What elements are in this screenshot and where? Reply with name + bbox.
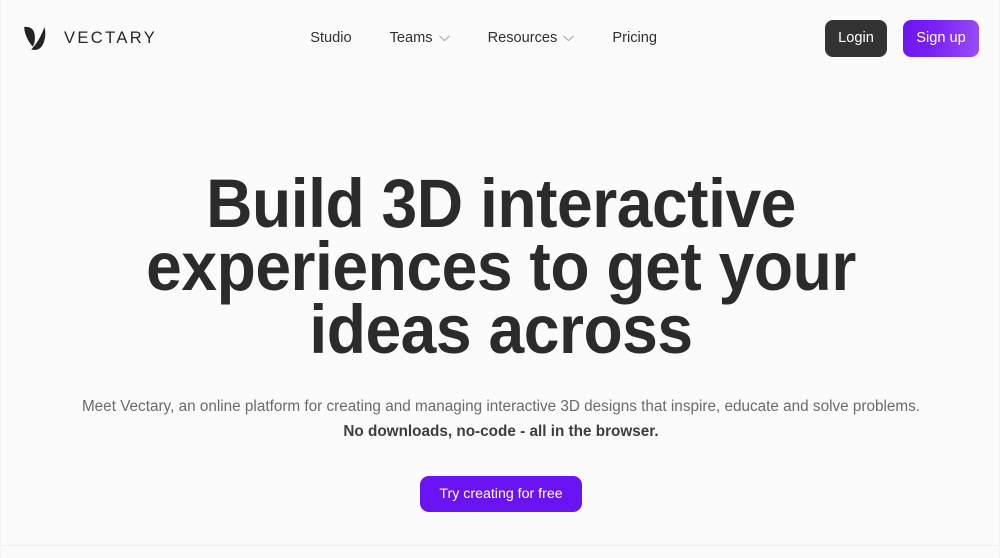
nav-item-label: Teams (389, 30, 433, 46)
brand-wordmark: VECTARY (64, 28, 158, 47)
signup-button[interactable]: Sign up (903, 19, 979, 57)
hero-subtitle-text: Meet Vectary, an online platform for cre… (81, 398, 921, 415)
hero-headline: Build 3D interactive experiences to get … (36, 76, 966, 368)
headline-line: ideas across (309, 291, 693, 368)
main-navigation: Studio Teams Resources Pricing (310, 30, 657, 46)
hero-cta-wrapper: Try creating for free (1, 444, 999, 512)
chevron-down-icon (438, 35, 450, 41)
hero-subtitle-emphasis: No downloads, no-code - all in the brows… (343, 423, 659, 440)
nav-item-resources[interactable]: Resources (488, 30, 575, 46)
section-divider (1, 545, 999, 546)
nav-item-pricing[interactable]: Pricing (612, 30, 657, 46)
vectary-v-mark-icon (24, 26, 46, 50)
site-header: VECTARY Studio Teams Resources Pricing L… (1, 0, 999, 76)
login-button[interactable]: Login (825, 19, 887, 57)
nav-item-label: Resources (487, 30, 558, 46)
landing-page: VECTARY Studio Teams Resources Pricing L… (0, 0, 1000, 558)
nav-item-teams[interactable]: Teams (390, 30, 450, 46)
hero-section: Build 3D interactive experiences to get … (1, 76, 999, 512)
header-actions: Login Sign up (825, 19, 979, 57)
brand-logo-link[interactable]: VECTARY (23, 24, 157, 52)
nav-item-label: Pricing (612, 30, 657, 46)
headline-line: Build 3D interactive (206, 165, 796, 242)
try-creating-for-free-button[interactable]: Try creating for free (420, 476, 582, 512)
hero-subtitle: Meet Vectary, an online platform for cre… (1, 361, 999, 444)
nav-item-label: Studio (310, 30, 352, 46)
chevron-down-icon (563, 35, 575, 41)
headline-line: experiences to get your (146, 228, 856, 305)
nav-item-studio[interactable]: Studio (310, 30, 351, 46)
